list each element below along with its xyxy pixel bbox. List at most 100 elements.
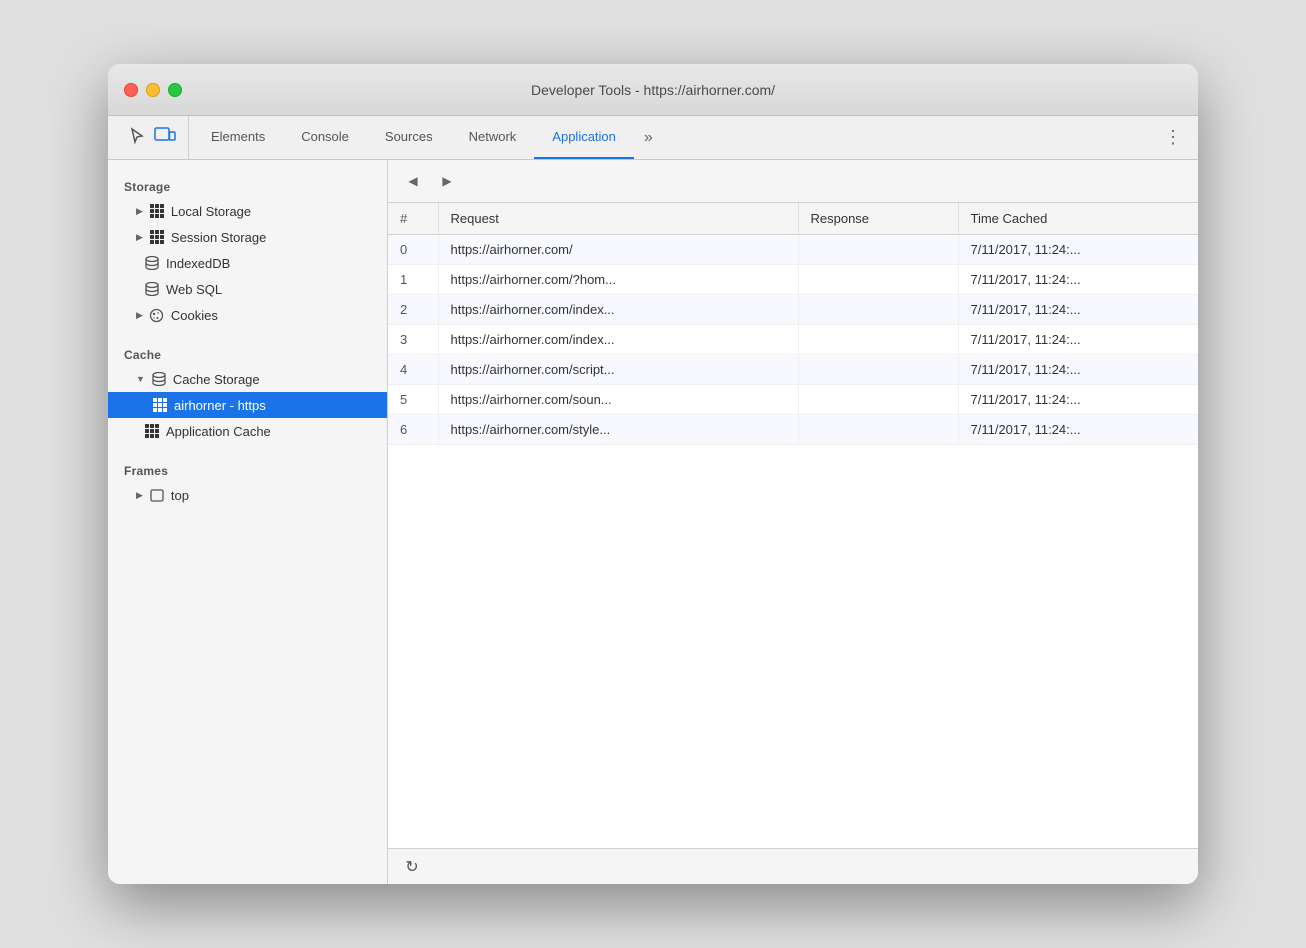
app-cache-grid-icon — [144, 423, 160, 439]
cell-num: 1 — [388, 265, 438, 295]
refresh-icon: ↻ — [405, 857, 418, 877]
cache-storage-toggle-icon — [136, 374, 145, 385]
local-storage-grid-icon — [149, 203, 165, 219]
cell-request: https://airhorner.com/index... — [438, 325, 798, 355]
tab-application[interactable]: Application — [534, 116, 634, 159]
table-row[interactable]: 1 https://airhorner.com/?hom... 7/11/201… — [388, 265, 1198, 295]
local-storage-toggle-icon — [136, 206, 143, 217]
more-tabs-button[interactable]: » — [634, 116, 663, 159]
col-header-response: Response — [798, 203, 958, 235]
cell-response — [798, 385, 958, 415]
tab-elements[interactable]: Elements — [193, 116, 283, 159]
top-frame-icon — [149, 487, 165, 503]
cache-storage-label: Cache Storage — [173, 372, 260, 387]
cell-num: 3 — [388, 325, 438, 355]
cell-num: 2 — [388, 295, 438, 325]
tabbar: Elements Console Sources Network Applica… — [108, 116, 1198, 160]
cell-response — [798, 415, 958, 445]
forward-icon: ▶ — [442, 174, 451, 188]
cell-response — [798, 325, 958, 355]
cookies-icon — [149, 307, 165, 323]
sidebar-separator-1 — [108, 328, 387, 340]
devices-icon[interactable] — [154, 127, 176, 148]
web-sql-label: Web SQL — [166, 282, 222, 297]
refresh-button[interactable]: ↻ — [400, 855, 424, 879]
minimize-button[interactable] — [146, 83, 160, 97]
forward-button[interactable]: ▶ — [434, 168, 460, 194]
sidebar-item-top[interactable]: top — [108, 482, 387, 508]
cache-storage-icon — [151, 371, 167, 387]
main-panel: ◀ ▶ # Request Response Time Cached — [388, 160, 1198, 884]
cell-num: 0 — [388, 235, 438, 265]
cell-response — [798, 355, 958, 385]
cell-request: https://airhorner.com/?hom... — [438, 265, 798, 295]
session-storage-toggle-icon — [136, 232, 143, 243]
col-header-num: # — [388, 203, 438, 235]
table-row[interactable]: 6 https://airhorner.com/style... 7/11/20… — [388, 415, 1198, 445]
bottom-bar: ↻ — [388, 848, 1198, 884]
frames-section-label: Frames — [108, 456, 387, 482]
col-header-request: Request — [438, 203, 798, 235]
cache-table-container: # Request Response Time Cached 0 https:/… — [388, 203, 1198, 848]
maximize-button[interactable] — [168, 83, 182, 97]
cursor-icon[interactable] — [128, 127, 146, 148]
cell-request: https://airhorner.com/ — [438, 235, 798, 265]
back-button[interactable]: ◀ — [400, 168, 426, 194]
cell-request: https://airhorner.com/index... — [438, 295, 798, 325]
cell-request: https://airhorner.com/script... — [438, 355, 798, 385]
traffic-lights — [124, 83, 182, 97]
kebab-menu-button[interactable]: ⋮ — [1160, 123, 1186, 152]
main-content: Storage Local Storage — [108, 160, 1198, 884]
table-body: 0 https://airhorner.com/ 7/11/2017, 11:2… — [388, 235, 1198, 445]
cell-response — [798, 295, 958, 325]
tab-network[interactable]: Network — [451, 116, 535, 159]
sidebar-item-cookies[interactable]: Cookies — [108, 302, 387, 328]
cell-time: 7/11/2017, 11:24:... — [958, 265, 1198, 295]
cell-time: 7/11/2017, 11:24:... — [958, 385, 1198, 415]
titlebar: Developer Tools - https://airhorner.com/ — [108, 64, 1198, 116]
back-icon: ◀ — [408, 174, 417, 188]
sidebar-separator-2 — [108, 444, 387, 456]
sidebar-item-web-sql[interactable]: Web SQL — [108, 276, 387, 302]
local-storage-label: Local Storage — [171, 204, 251, 219]
sidebar-item-application-cache[interactable]: Application Cache — [108, 418, 387, 444]
cell-time: 7/11/2017, 11:24:... — [958, 325, 1198, 355]
cell-time: 7/11/2017, 11:24:... — [958, 235, 1198, 265]
cell-response — [798, 265, 958, 295]
close-button[interactable] — [124, 83, 138, 97]
cell-time: 7/11/2017, 11:24:... — [958, 295, 1198, 325]
cache-table: # Request Response Time Cached 0 https:/… — [388, 203, 1198, 445]
tabbar-right: ⋮ — [1160, 116, 1198, 159]
table-row[interactable]: 3 https://airhorner.com/index... 7/11/20… — [388, 325, 1198, 355]
session-storage-label: Session Storage — [171, 230, 266, 245]
table-row[interactable]: 0 https://airhorner.com/ 7/11/2017, 11:2… — [388, 235, 1198, 265]
cache-storage-airhorner-label: airhorner - https — [174, 398, 266, 413]
sidebar-item-local-storage[interactable]: Local Storage — [108, 198, 387, 224]
cache-item-grid-icon — [152, 397, 168, 413]
table-header-row: # Request Response Time Cached — [388, 203, 1198, 235]
cell-request: https://airhorner.com/soun... — [438, 385, 798, 415]
table-row[interactable]: 4 https://airhorner.com/script... 7/11/2… — [388, 355, 1198, 385]
tab-console[interactable]: Console — [283, 116, 367, 159]
cell-num: 4 — [388, 355, 438, 385]
cache-section-label: Cache — [108, 340, 387, 366]
table-row[interactable]: 5 https://airhorner.com/soun... 7/11/201… — [388, 385, 1198, 415]
sidebar-item-cache-storage[interactable]: Cache Storage — [108, 366, 387, 392]
toolbar-icons — [116, 116, 189, 159]
window-title: Developer Tools - https://airhorner.com/ — [531, 82, 775, 98]
table-row[interactable]: 2 https://airhorner.com/index... 7/11/20… — [388, 295, 1198, 325]
application-cache-label: Application Cache — [166, 424, 271, 439]
sidebar-item-cache-storage-airhorner[interactable]: airhorner - https — [108, 392, 387, 418]
cookies-toggle-icon — [136, 310, 143, 321]
tab-sources[interactable]: Sources — [367, 116, 451, 159]
devtools-window: Developer Tools - https://airhorner.com/… — [108, 64, 1198, 884]
storage-section-label: Storage — [108, 172, 387, 198]
cell-num: 6 — [388, 415, 438, 445]
web-sql-icon — [144, 281, 160, 297]
sidebar-item-indexed-db[interactable]: IndexedDB — [108, 250, 387, 276]
cell-request: https://airhorner.com/style... — [438, 415, 798, 445]
col-header-time-cached: Time Cached — [958, 203, 1198, 235]
sidebar-item-session-storage[interactable]: Session Storage — [108, 224, 387, 250]
indexed-db-label: IndexedDB — [166, 256, 230, 271]
cell-time: 7/11/2017, 11:24:... — [958, 355, 1198, 385]
